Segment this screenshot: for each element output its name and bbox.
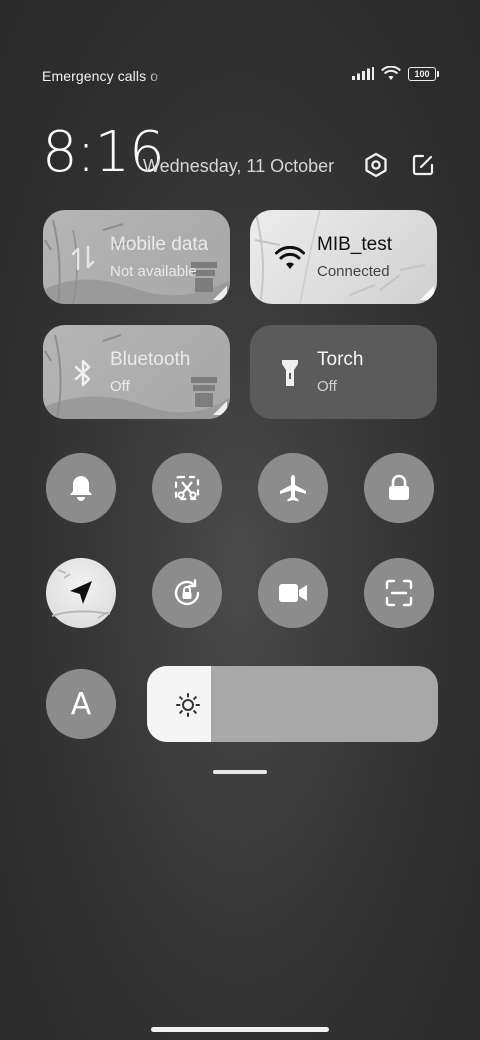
bell-icon <box>70 476 92 501</box>
battery-icon: 100 <box>408 66 439 81</box>
mobile-data-tile[interactable]: Mobile data Not available <box>43 210 230 304</box>
scan-icon <box>385 579 413 607</box>
torch-subtitle: Off <box>317 378 337 395</box>
mobile-data-subtitle: Not available <box>110 263 197 280</box>
lock-screen-toggle[interactable] <box>364 453 434 523</box>
status-icons: 100 <box>352 66 439 81</box>
bluetooth-subtitle: Off <box>110 378 130 395</box>
wifi-subtitle: Connected <box>317 263 390 280</box>
airplane-icon <box>280 475 306 502</box>
scissors-icon <box>174 475 200 501</box>
scanner-toggle[interactable] <box>364 558 434 628</box>
hexagon-settings-icon <box>365 152 387 178</box>
bluetooth-icon <box>65 355 101 391</box>
auto-rotate-toggle[interactable] <box>152 558 222 628</box>
panel-drag-handle[interactable] <box>213 770 267 774</box>
settings-button[interactable] <box>361 150 391 180</box>
date-text: Wednesday, 11 October <box>143 156 335 176</box>
mobile-data-arrows-icon <box>65 240 101 276</box>
auto-brightness-toggle[interactable]: A <box>46 669 116 739</box>
airplane-mode-toggle[interactable] <box>258 453 328 523</box>
wifi-status-icon <box>381 66 401 80</box>
bluetooth-tile[interactable]: Bluetooth Off <box>43 325 230 419</box>
screen-recorder-toggle[interactable] <box>258 558 328 628</box>
flashlight-icon <box>272 355 308 391</box>
bluetooth-title: Bluetooth <box>110 349 191 370</box>
location-toggle[interactable] <box>46 558 116 628</box>
gesture-navigation-bar[interactable] <box>151 1027 329 1032</box>
letter-a-icon: A <box>70 686 92 722</box>
screenshot-toggle[interactable] <box>152 453 222 523</box>
lock-icon <box>389 474 409 500</box>
rotation-lock-icon <box>174 579 200 606</box>
sound-toggle[interactable] <box>46 453 116 523</box>
location-arrow-icon <box>51 569 111 619</box>
status-carrier-text: Emergency calls o <box>42 68 159 84</box>
edit-icon <box>412 154 434 176</box>
edit-button[interactable] <box>408 150 438 180</box>
wifi-title: MIB_test <box>317 234 392 255</box>
mobile-data-title: Mobile data <box>110 234 209 255</box>
wifi-icon <box>272 240 308 276</box>
brightness-slider[interactable] <box>147 666 438 742</box>
torch-title: Torch <box>317 349 364 370</box>
video-camera-icon <box>279 584 307 602</box>
sun-icon <box>176 693 200 717</box>
wifi-tile[interactable]: MIB_test Connected <box>250 210 437 304</box>
torch-tile[interactable]: Torch Off <box>250 325 437 419</box>
signal-icon <box>352 67 374 80</box>
